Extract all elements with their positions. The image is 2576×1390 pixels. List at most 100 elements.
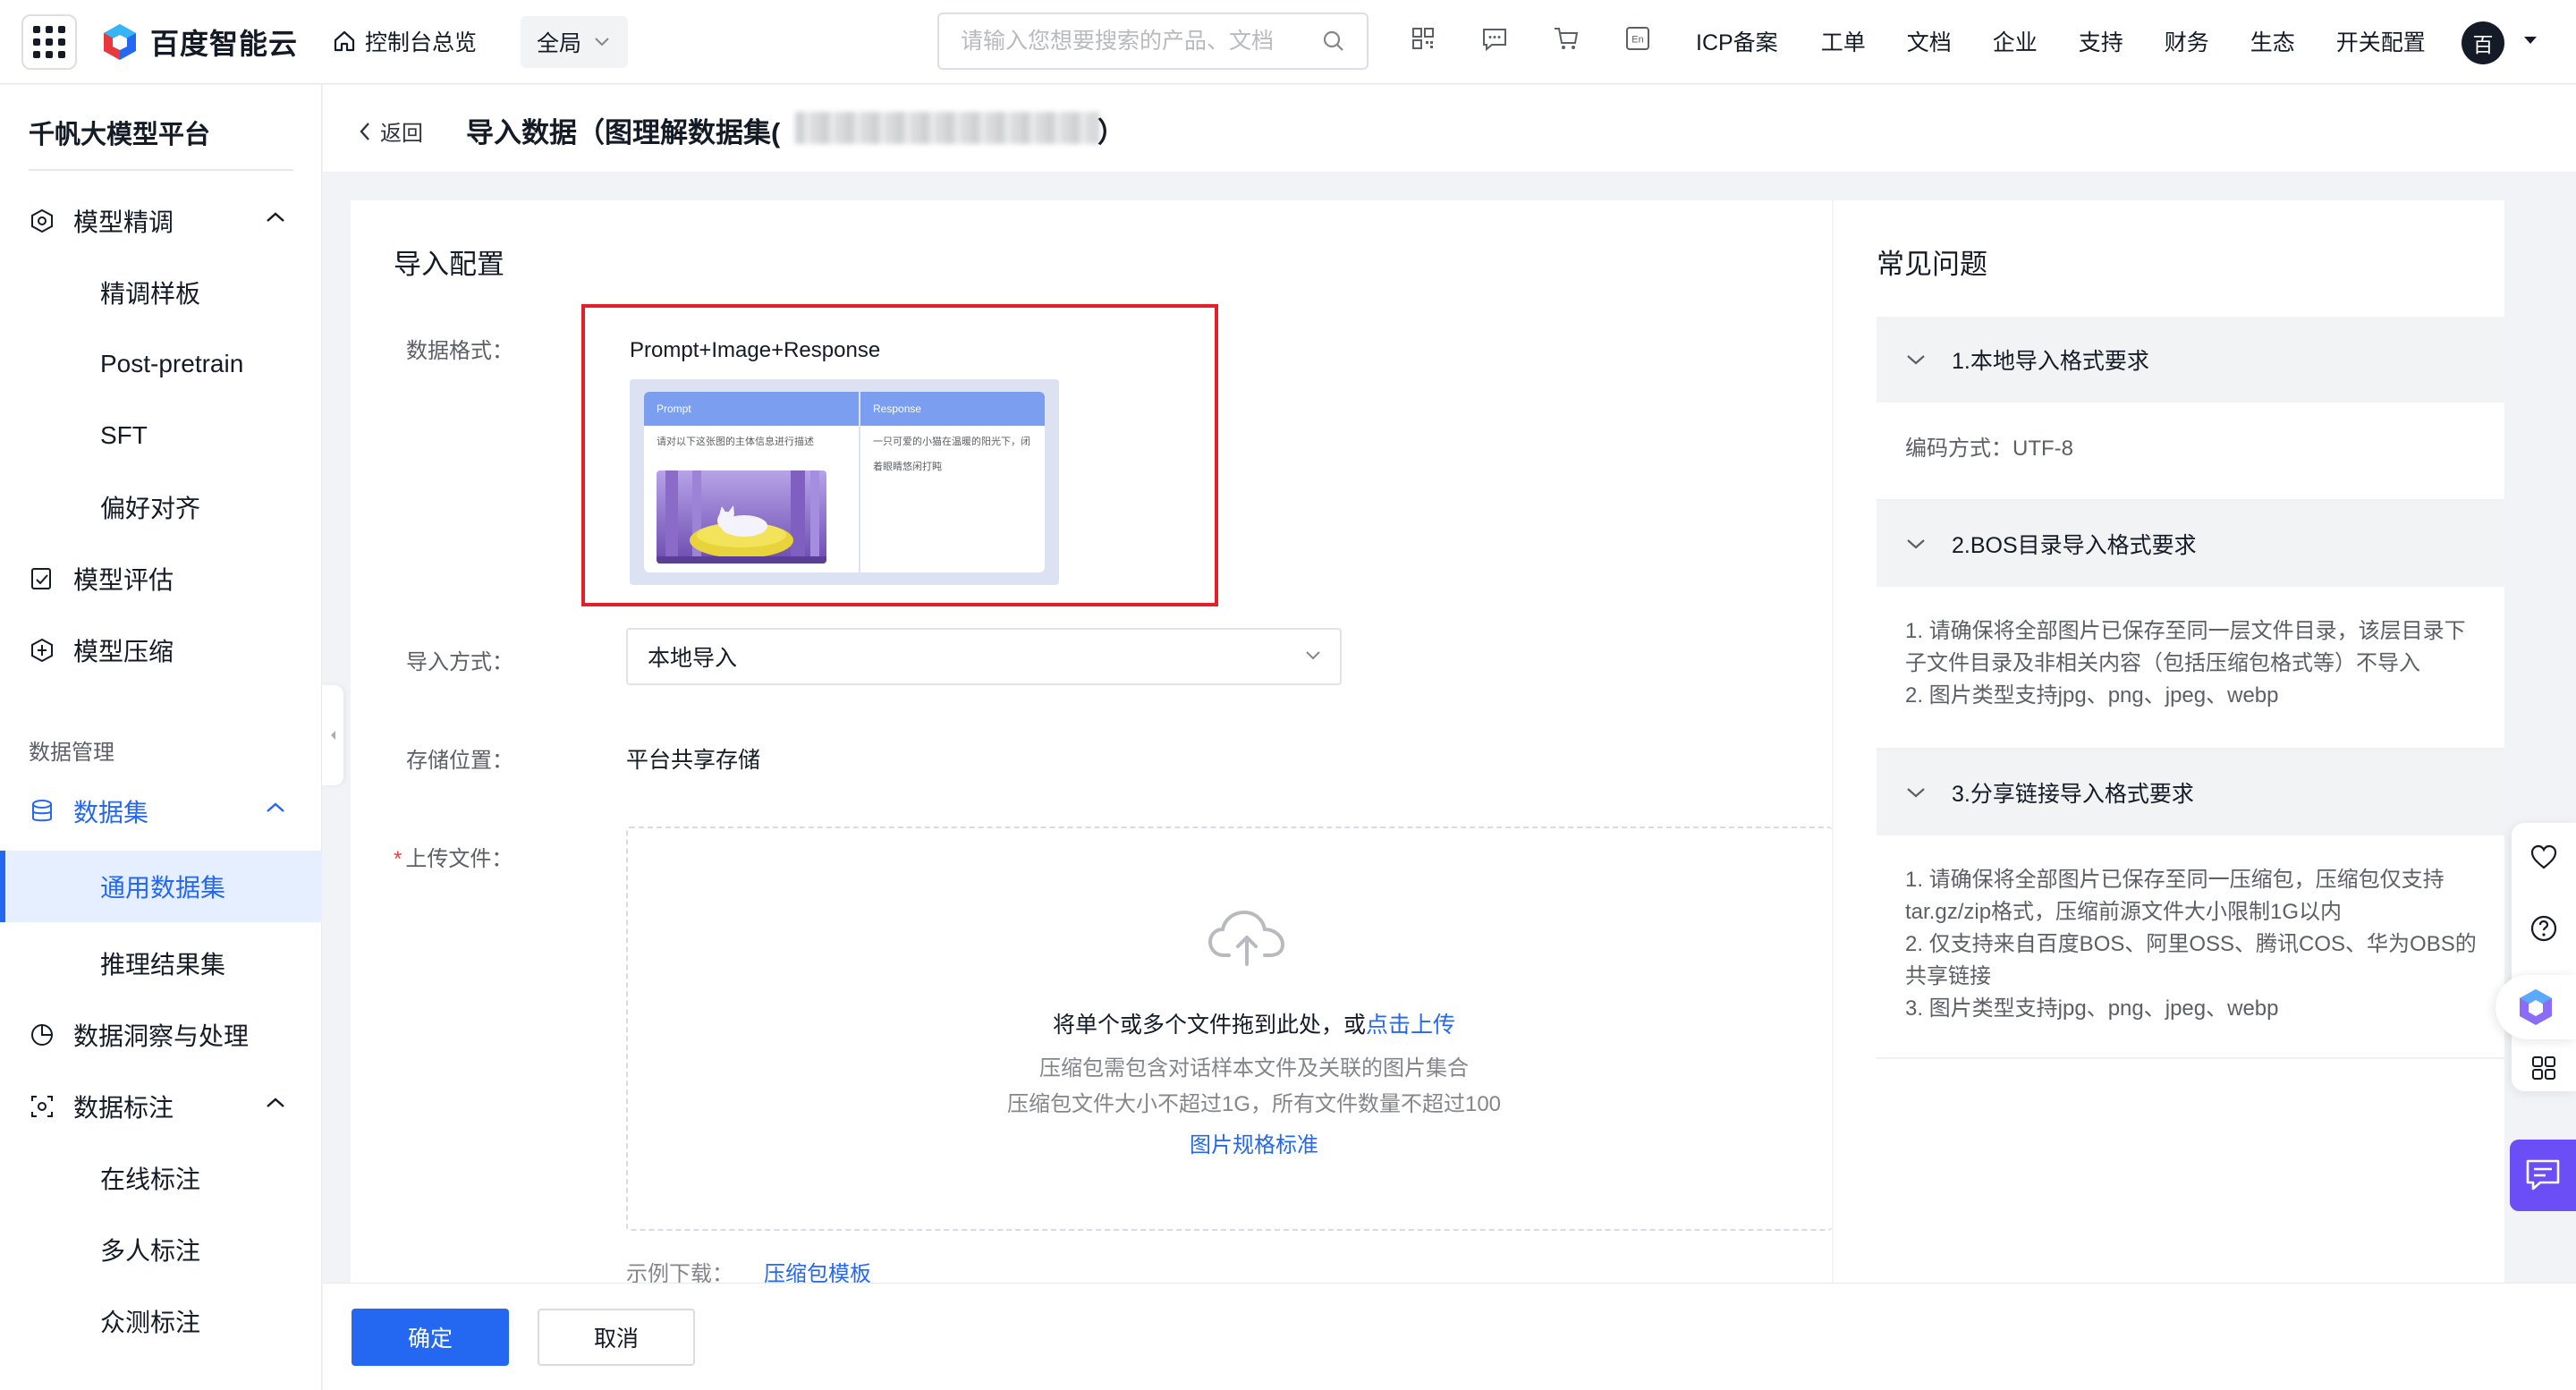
faq-answer-2-line2: 子文件目录及非相关内容（包括压缩包格式等）不导入	[1905, 651, 2420, 675]
database-icon	[29, 798, 55, 825]
top-nav-support[interactable]: 支持	[2079, 25, 2123, 57]
storage-value: 平台共享存储	[626, 748, 761, 773]
top-icon-group: En	[1408, 23, 1653, 54]
top-nav-finance[interactable]: 财务	[2165, 25, 2209, 57]
page-header: 返回 导入数据（图理解数据集( ）	[323, 85, 2576, 173]
top-nav-ticket[interactable]: 工单	[1821, 25, 1866, 57]
faq-answer-3-line4: 共享链接	[1905, 964, 1991, 988]
brand-logo[interactable]: 百度智能云	[100, 21, 298, 63]
sidebar-collapse-handle[interactable]	[322, 685, 343, 785]
preview-header-response: Response	[860, 392, 1045, 426]
page-title-end: ）	[1097, 117, 1125, 148]
preview-divider	[859, 392, 860, 572]
sidebar-item-post-pretrain[interactable]: Post-pretrain	[0, 328, 322, 400]
avatar[interactable]: 百	[2462, 21, 2504, 64]
sidebar-group-annotate[interactable]: 数据标注	[0, 1071, 322, 1142]
back-button[interactable]: 返回	[359, 115, 423, 147]
top-nav-switch-config[interactable]: 开关配置	[2336, 25, 2426, 57]
image-spec-link[interactable]: 图片规格标准	[628, 1127, 1880, 1158]
faq-answer-1: 编码方式：UTF-8	[1905, 436, 2073, 461]
faq-answer-3-line5: 3. 图片类型支持jpg、png、jpeg、webp	[1905, 996, 2279, 1021]
top-nav-icp[interactable]: ICP备案	[1696, 25, 1778, 57]
grid-icon[interactable]	[2528, 1052, 2560, 1084]
chevron-up-icon	[267, 212, 284, 222]
faq-item-share-link-import[interactable]: 3.分享链接导入格式要求	[1877, 750, 2504, 835]
sidebar-item-crowd-annotate[interactable]: 众测标注	[0, 1285, 322, 1357]
sidebar-item-label: 数据洞察与处理	[73, 1022, 250, 1050]
language-en-label: En	[1631, 35, 1643, 46]
import-method-label: 导入方式：	[406, 650, 513, 674]
assistant-logo-icon[interactable]	[2496, 975, 2576, 1039]
console-overview-link[interactable]: 控制台总览	[333, 25, 477, 57]
faq-answer-3-line1: 1. 请确保将全部图片已保存至同一压缩包，压缩包仅支持	[1905, 868, 2445, 892]
upload-dropzone[interactable]: 将单个或多个文件拖到此处，或点击上传 压缩包需包含对话样本文件及关联的图片集合 …	[626, 826, 1832, 1231]
sidebar-item-finetune-template[interactable]: 精调样板	[0, 257, 322, 328]
upload-label: 上传文件：	[405, 847, 513, 871]
format-preview-card: Prompt Response 请对以下这张图的主体信息进行描述 一只可爱的小猫…	[630, 379, 1059, 585]
sidebar-group-finetune[interactable]: 模型精调	[0, 185, 322, 257]
required-star: *	[394, 847, 402, 871]
chevron-up-icon	[267, 1098, 284, 1107]
apps-grid-icon[interactable]	[21, 14, 77, 70]
preview-response-line2: 着眼睛悠闲打盹	[873, 462, 942, 472]
chevron-left-icon	[360, 122, 369, 140]
cancel-button[interactable]: 取消	[538, 1309, 695, 1366]
search-box	[937, 13, 1368, 70]
sidebar-group-label: 数据集	[73, 799, 149, 826]
sidebar-group-label: 模型精调	[73, 208, 174, 236]
finetune-icon	[29, 208, 55, 234]
region-select[interactable]: 全局	[521, 16, 628, 68]
sidebar-item-data-insight[interactable]: 数据洞察与处理	[0, 999, 322, 1071]
sidebar: 千帆大模型平台 模型精调 精调样板 Post-pretrain SFT 偏好对齐…	[0, 85, 322, 1390]
sidebar-item-inference-results[interactable]: 推理结果集	[0, 928, 322, 999]
chevron-down-icon	[1905, 537, 1927, 551]
sidebar-item-evaluate[interactable]: 模型评估	[0, 543, 322, 614]
sidebar-item-multi-annotate[interactable]: 多人标注	[0, 1214, 322, 1285]
data-format-highlight: Prompt+Image+Response Prompt Response 请对…	[581, 304, 1218, 606]
chevron-down-icon	[1905, 785, 1927, 800]
compress-icon	[29, 637, 55, 664]
import-config-card: 导入配置 数据格式： Prompt+Image+Response Prompt …	[351, 200, 1832, 1286]
faq-item-local-import[interactable]: 1.本地导入格式要求	[1877, 317, 2504, 403]
top-nav-enterprise[interactable]: 企业	[1993, 25, 2038, 57]
faq-panel: 常见问题 1.本地导入格式要求 编码方式：UTF-8 2.BOS目录导入格式要求…	[1834, 200, 2504, 1283]
faq-answer-2-line3: 2. 图片类型支持jpg、png、jpeg、webp	[1905, 683, 2279, 708]
upload-label-wrap: * 上传文件：	[394, 841, 513, 872]
search-icon[interactable]	[1322, 30, 1345, 53]
faq-item-bos-import[interactable]: 2.BOS目录导入格式要求	[1877, 501, 2504, 587]
caret-down-icon[interactable]	[2522, 34, 2538, 47]
top-nav-docs[interactable]: 文档	[1907, 25, 1952, 57]
chevron-down-icon	[1905, 352, 1927, 367]
storage-label: 存储位置：	[406, 749, 513, 773]
sidebar-group-dataset[interactable]: 数据集	[0, 776, 322, 847]
preview-header-prompt: Prompt	[644, 392, 859, 426]
help-icon[interactable]	[2528, 912, 2560, 945]
language-en-icon[interactable]: En	[1623, 23, 1653, 54]
confirm-button[interactable]: 确定	[352, 1309, 509, 1366]
upload-hint-1: 压缩包需包含对话样本文件及关联的图片集合	[1039, 1056, 1469, 1081]
upload-main-text: 将单个或多个文件拖到此处，或	[1052, 1013, 1366, 1038]
sidebar-item-preference-alignment[interactable]: 偏好对齐	[0, 471, 322, 543]
sidebar-item-sft[interactable]: SFT	[0, 400, 322, 471]
message-icon[interactable]	[1479, 23, 1510, 54]
upload-hint-2: 压缩包文件大小不超过1G，所有文件数量不超过100	[1006, 1092, 1502, 1116]
cart-icon[interactable]	[1551, 23, 1581, 54]
search-input[interactable]	[961, 28, 1301, 55]
sidebar-item-label: 模型评估	[73, 566, 174, 594]
sidebar-item-compress[interactable]: 模型压缩	[0, 614, 322, 686]
qrcode-icon[interactable]	[1408, 23, 1438, 54]
import-method-select[interactable]: 本地导入	[626, 628, 1342, 685]
favorite-icon[interactable]	[2528, 841, 2560, 873]
top-nav-ecosystem[interactable]: 生态	[2250, 25, 2295, 57]
click-upload-link[interactable]: 点击上传	[1366, 1013, 1455, 1038]
sidebar-divider	[29, 169, 293, 171]
upload-instruction: 将单个或多个文件拖到此处，或点击上传	[628, 1007, 1880, 1039]
format-label: 数据格式：	[406, 339, 513, 363]
floating-toolbar	[2512, 823, 2576, 1091]
sidebar-item-general-dataset[interactable]: 通用数据集	[0, 851, 322, 922]
chat-support-icon[interactable]	[2510, 1140, 2576, 1211]
sidebar-group-label: 数据标注	[73, 1094, 174, 1122]
console-overview-label: 控制台总览	[365, 30, 478, 55]
region-value: 全局	[537, 31, 582, 56]
sidebar-item-online-annotate[interactable]: 在线标注	[0, 1142, 322, 1214]
